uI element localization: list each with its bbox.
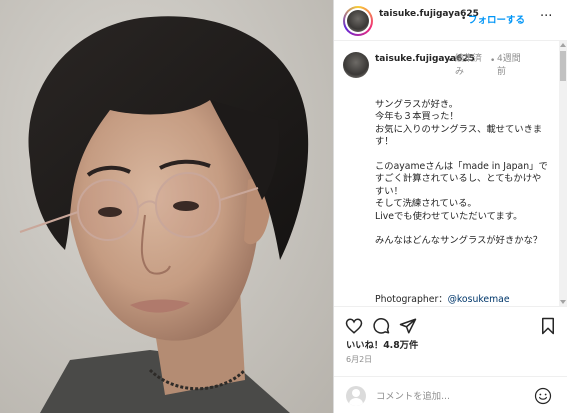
scrollbar-thumb[interactable] [560,51,566,81]
comment-input[interactable] [376,389,526,403]
separator-dot: • [461,14,467,24]
paper-plane-icon[interactable] [399,317,417,335]
portrait-image [19,16,309,413]
scroll-up-icon[interactable] [560,43,566,47]
post-header: taisuke.fujigaya625 • フォローする ··· [334,0,567,41]
post-photo[interactable] [0,0,333,413]
viewer-avatar [346,386,366,406]
caption-text: サングラスが好き。 今年も３本買った！ お気に入りのサングラス、載せていきます！… [375,99,548,247]
photographer-mention-link[interactable]: @kosukemae [448,294,510,305]
post-date[interactable]: 6月2日 [346,354,372,365]
edited-label: 編集済み [455,54,483,77]
bookmark-icon[interactable] [539,317,557,335]
scroll-down-icon[interactable] [560,300,566,304]
more-options-button[interactable]: ··· [540,9,552,24]
author-avatar[interactable] [343,6,373,36]
photographer-credit: Photographer：@kosukemae [375,291,510,305]
separator-dot: • [490,56,496,66]
author-username[interactable]: taisuke.fujigaya625 [379,9,479,20]
comment-icon[interactable] [372,317,390,335]
caption-avatar[interactable] [343,52,369,78]
follow-button[interactable]: フォローする [468,12,525,26]
heart-icon[interactable] [345,317,363,335]
comment-bar [334,376,567,413]
separator-dot: • [448,56,454,66]
photographer-label: Photographer： [375,294,448,305]
caption-scrollbar[interactable] [559,41,567,306]
smiley-icon[interactable] [534,387,552,405]
likes-count[interactable]: いいね！4.8万件 [346,337,418,351]
post-time[interactable]: 4週間前 [497,53,527,79]
caption-username[interactable]: taisuke.fujigaya625 [375,53,475,66]
caption-area: taisuke.fujigaya625 • 編集済み • 4週間前 サングラスが… [334,41,558,306]
post-details-panel: taisuke.fujigaya625 • フォローする ··· taisuke… [333,0,567,413]
